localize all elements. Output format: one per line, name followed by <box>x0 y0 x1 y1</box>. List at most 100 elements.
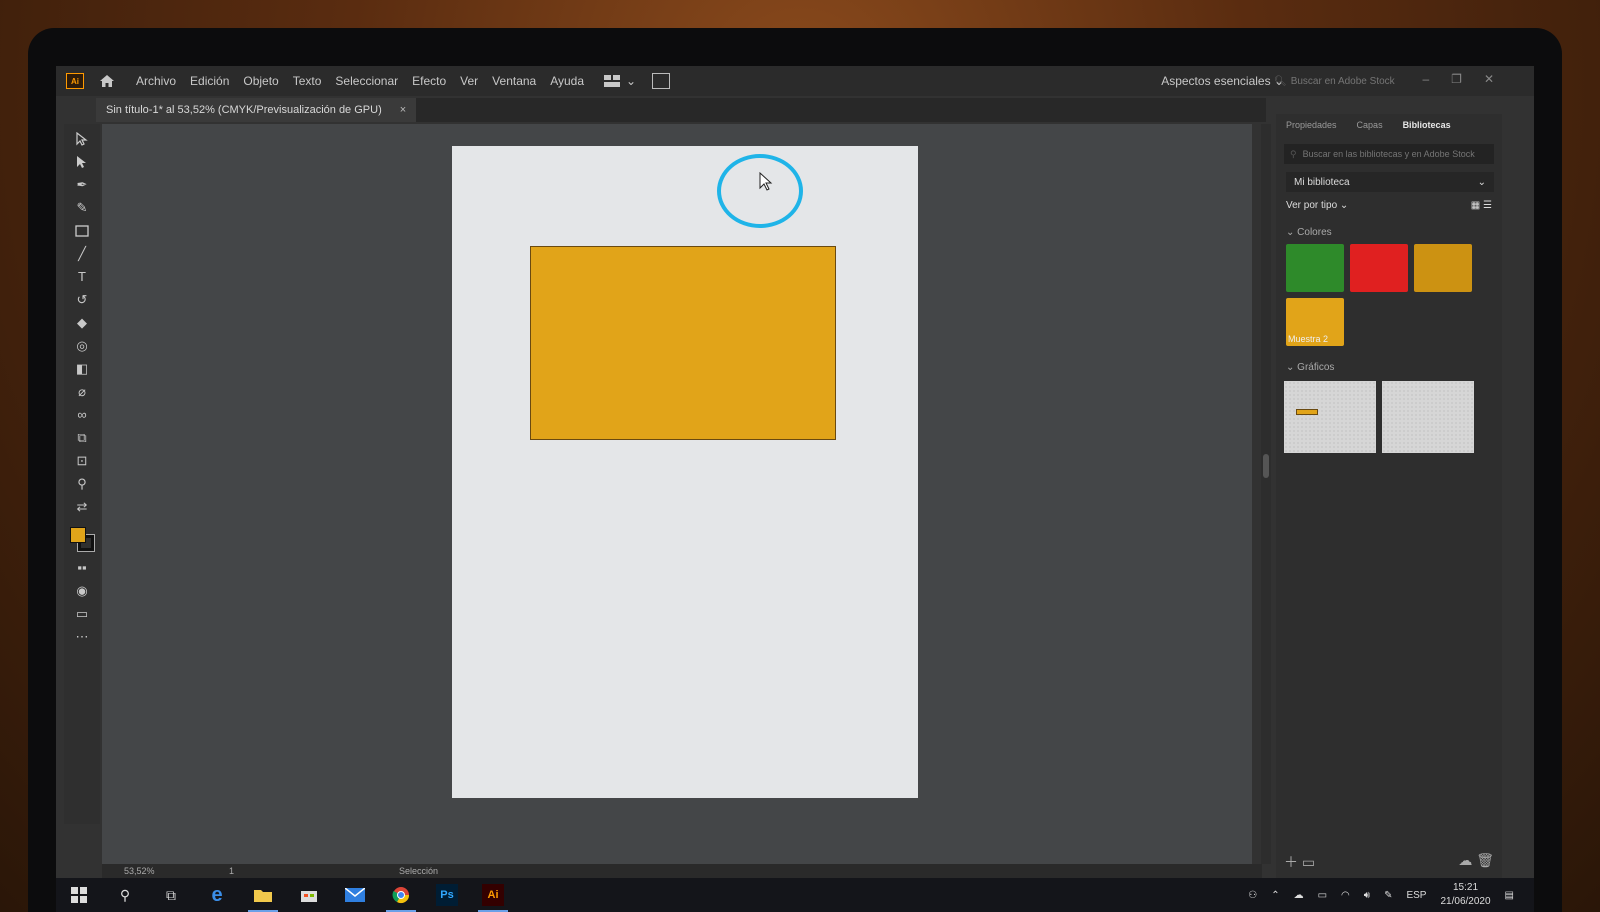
tab-properties[interactable]: Propiedades <box>1286 120 1337 130</box>
colors-section-header[interactable]: ⌄ Colores <box>1286 227 1492 238</box>
menu-edicion[interactable]: Edición <box>190 74 229 88</box>
grid-view-icon[interactable]: ▦ <box>1471 200 1480 211</box>
chevron-down-icon: ⌄ <box>1477 176 1486 188</box>
type-tool-icon[interactable]: T <box>71 268 93 285</box>
zoom-tool-icon[interactable]: ⚲ <box>71 475 93 492</box>
file-explorer-icon[interactable] <box>240 878 286 912</box>
curvature-tool-icon[interactable]: ✎ <box>71 199 93 216</box>
menu-archivo[interactable]: Archivo <box>136 74 176 88</box>
gpu-preview-icon[interactable] <box>652 73 671 89</box>
restore-icon[interactable]: ❐ <box>1451 72 1462 86</box>
add-icon[interactable]: ＋ ▭ <box>1284 852 1315 872</box>
show-hidden-icons[interactable]: ⌃ <box>1271 890 1279 901</box>
eyedropper-tool-icon[interactable]: ⌀ <box>71 383 93 400</box>
graphics-section-header[interactable]: ⌄ Gráficos <box>1286 362 1492 373</box>
clock[interactable]: 15:21 21/06/2020 <box>1440 881 1490 909</box>
edge-icon[interactable]: e <box>194 878 240 912</box>
orange-rectangle[interactable] <box>530 246 836 440</box>
scrollbar-thumb[interactable] <box>1263 454 1269 478</box>
people-icon[interactable]: ⚇ <box>1248 890 1257 901</box>
onedrive-icon[interactable]: ☁ <box>1294 890 1304 901</box>
gradient-tool-icon[interactable]: ◧ <box>71 360 93 377</box>
workspace-label: Aspectos esenciales <box>1161 74 1271 88</box>
document-tab[interactable]: Sin título-1* al 53,52% (CMYK/Previsuali… <box>96 98 417 122</box>
minimize-icon[interactable]: – <box>1422 72 1429 86</box>
library-dropdown[interactable]: Mi biblioteca ⌄ <box>1286 172 1494 192</box>
view-by-label: Ver por tipo <box>1286 200 1338 211</box>
artboard[interactable] <box>452 146 918 798</box>
vertical-scrollbar[interactable] <box>1261 124 1271 864</box>
task-view-icon[interactable]: ⧉ <box>148 878 194 912</box>
blend-tool-icon[interactable]: ∞ <box>71 406 93 423</box>
swatch-red[interactable] <box>1350 244 1408 292</box>
stock-search-input[interactable] <box>1290 75 1421 87</box>
swap-fill-stroke-icon[interactable]: ⇄ <box>71 498 93 515</box>
shape-builder-tool-icon[interactable]: ◎ <box>71 337 93 354</box>
zoom-level[interactable]: 53,52% <box>124 866 174 876</box>
battery-icon[interactable]: ▭ <box>1318 890 1327 901</box>
more-tools-icon[interactable]: ⋯ <box>71 628 93 645</box>
volume-icon[interactable]: 🔊︎ <box>1364 890 1370 901</box>
screen-mode-icon[interactable]: ▭ <box>71 605 93 622</box>
paintbrush-tool-icon[interactable]: ╱ <box>71 245 93 262</box>
menu-ventana[interactable]: Ventana <box>492 74 536 88</box>
swatch-green[interactable] <box>1286 244 1344 292</box>
windows-start-icon[interactable] <box>56 878 102 912</box>
chevron-down-icon: ⌄ <box>626 74 637 88</box>
fill-stroke-control[interactable] <box>68 525 96 553</box>
canvas-area[interactable] <box>102 124 1252 864</box>
library-search-input[interactable] <box>1302 149 1483 159</box>
graphic-thumbnail[interactable] <box>1284 381 1376 453</box>
photoshop-icon[interactable]: Ps <box>424 878 470 912</box>
view-options: Ver por tipo ⌄ ▦ ☰ <box>1286 200 1492 211</box>
mail-icon[interactable] <box>332 878 378 912</box>
illustrator-icon[interactable]: Ai <box>470 878 516 912</box>
view-by-type-dropdown[interactable]: Ver por tipo ⌄ <box>1286 200 1348 211</box>
menu-efecto[interactable]: Efecto <box>412 74 446 88</box>
pen-icon[interactable]: ✎ <box>1384 890 1392 901</box>
home-icon[interactable] <box>98 73 116 89</box>
notifications-icon[interactable]: ▤ <box>1505 890 1514 901</box>
artboard-tool-icon[interactable]: ⊡ <box>71 452 93 469</box>
direct-selection-tool-icon[interactable] <box>71 153 93 170</box>
eraser-tool-icon[interactable]: ◆ <box>71 314 93 331</box>
menu-ver[interactable]: Ver <box>460 74 478 88</box>
view-toggle[interactable]: ▦ ☰ <box>1471 200 1492 211</box>
illustrator-label: Ai <box>482 884 504 906</box>
graphics-list <box>1284 381 1502 453</box>
symbol-sprayer-tool-icon[interactable]: ⧉ <box>71 429 93 446</box>
selection-tool-icon[interactable] <box>71 130 93 147</box>
menu-objeto[interactable]: Objeto <box>243 74 278 88</box>
menu-texto[interactable]: Texto <box>293 74 322 88</box>
tab-layers[interactable]: Capas <box>1357 120 1383 130</box>
pen-tool-icon[interactable]: ✒ <box>71 176 93 193</box>
fill-swatch[interactable] <box>70 527 86 543</box>
store-icon[interactable] <box>286 878 332 912</box>
stock-search: 🔍︎ <box>1274 72 1424 90</box>
cloud-icon[interactable]: ☁ 🗑︎ <box>1458 852 1494 872</box>
document-tab-title: Sin título-1* al 53,52% (CMYK/Previsuali… <box>106 104 382 116</box>
tab-libraries[interactable]: Bibliotecas <box>1403 120 1451 130</box>
rectangle-tool-icon[interactable] <box>71 222 93 239</box>
menu-ayuda[interactable]: Ayuda <box>550 74 584 88</box>
menu-seleccionar[interactable]: Seleccionar <box>335 74 398 88</box>
close-tab-icon[interactable]: × <box>400 104 406 116</box>
wifi-icon[interactable]: ◠ <box>1341 890 1350 901</box>
graphic-thumbnail[interactable] <box>1382 381 1474 453</box>
close-icon[interactable]: ✕ <box>1484 72 1494 86</box>
chrome-icon[interactable] <box>378 878 424 912</box>
color-mode-icon[interactable]: ▪▪ <box>71 559 93 576</box>
workspace-switcher[interactable]: Aspectos esenciales ⌄ <box>1161 74 1284 88</box>
color-swatches: Muestra 2 <box>1286 244 1502 346</box>
swatch-orange[interactable]: Muestra 2 <box>1286 298 1344 346</box>
arrange-documents-button[interactable]: ⌄ <box>604 74 636 88</box>
swatch-dark-orange[interactable] <box>1414 244 1472 292</box>
layout-grid-icon <box>604 75 621 87</box>
search-icon: ⚲ <box>1290 148 1297 159</box>
list-view-icon[interactable]: ☰ <box>1483 200 1492 211</box>
draw-mode-icon[interactable]: ◉ <box>71 582 93 599</box>
search-icon[interactable]: ⚲ <box>102 878 148 912</box>
rotate-tool-icon[interactable]: ↺ <box>71 291 93 308</box>
language-indicator[interactable]: ESP <box>1406 890 1426 901</box>
artboard-number[interactable]: 1 <box>229 866 259 876</box>
